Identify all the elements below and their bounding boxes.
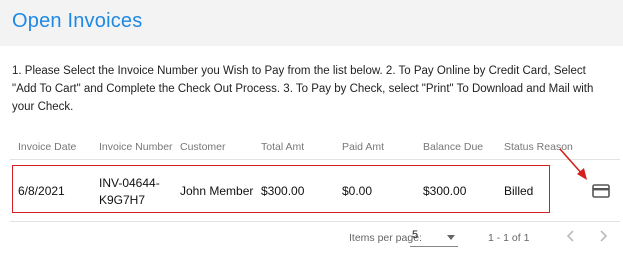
instructions-text: 1. Please Select the Invoice Number you … bbox=[12, 65, 594, 113]
items-per-page-value: 5 bbox=[412, 229, 419, 241]
column-header-balance-due: Balance Due bbox=[423, 141, 484, 153]
credit-card-icon[interactable] bbox=[592, 183, 610, 199]
column-header-total-amt: Total Amt bbox=[261, 141, 305, 153]
column-header-invoice-date: Invoice Date bbox=[18, 141, 77, 153]
chevron-down-icon bbox=[447, 235, 455, 240]
column-header-customer: Customer bbox=[180, 141, 226, 153]
row-divider bbox=[10, 221, 620, 222]
page-title: Open Invoices bbox=[12, 10, 143, 32]
items-per-page-select[interactable]: 5 bbox=[410, 228, 458, 247]
highlight-box bbox=[12, 165, 550, 213]
column-header-invoice-number: Invoice Number bbox=[99, 141, 173, 153]
column-header-paid-amt: Paid Amt bbox=[342, 141, 385, 153]
red-arrow-icon bbox=[559, 148, 587, 180]
header-divider bbox=[10, 159, 620, 160]
chevron-right-icon[interactable] bbox=[595, 228, 611, 244]
page-range-label: 1 - 1 of 1 bbox=[488, 232, 530, 244]
chevron-left-icon[interactable] bbox=[563, 228, 579, 244]
